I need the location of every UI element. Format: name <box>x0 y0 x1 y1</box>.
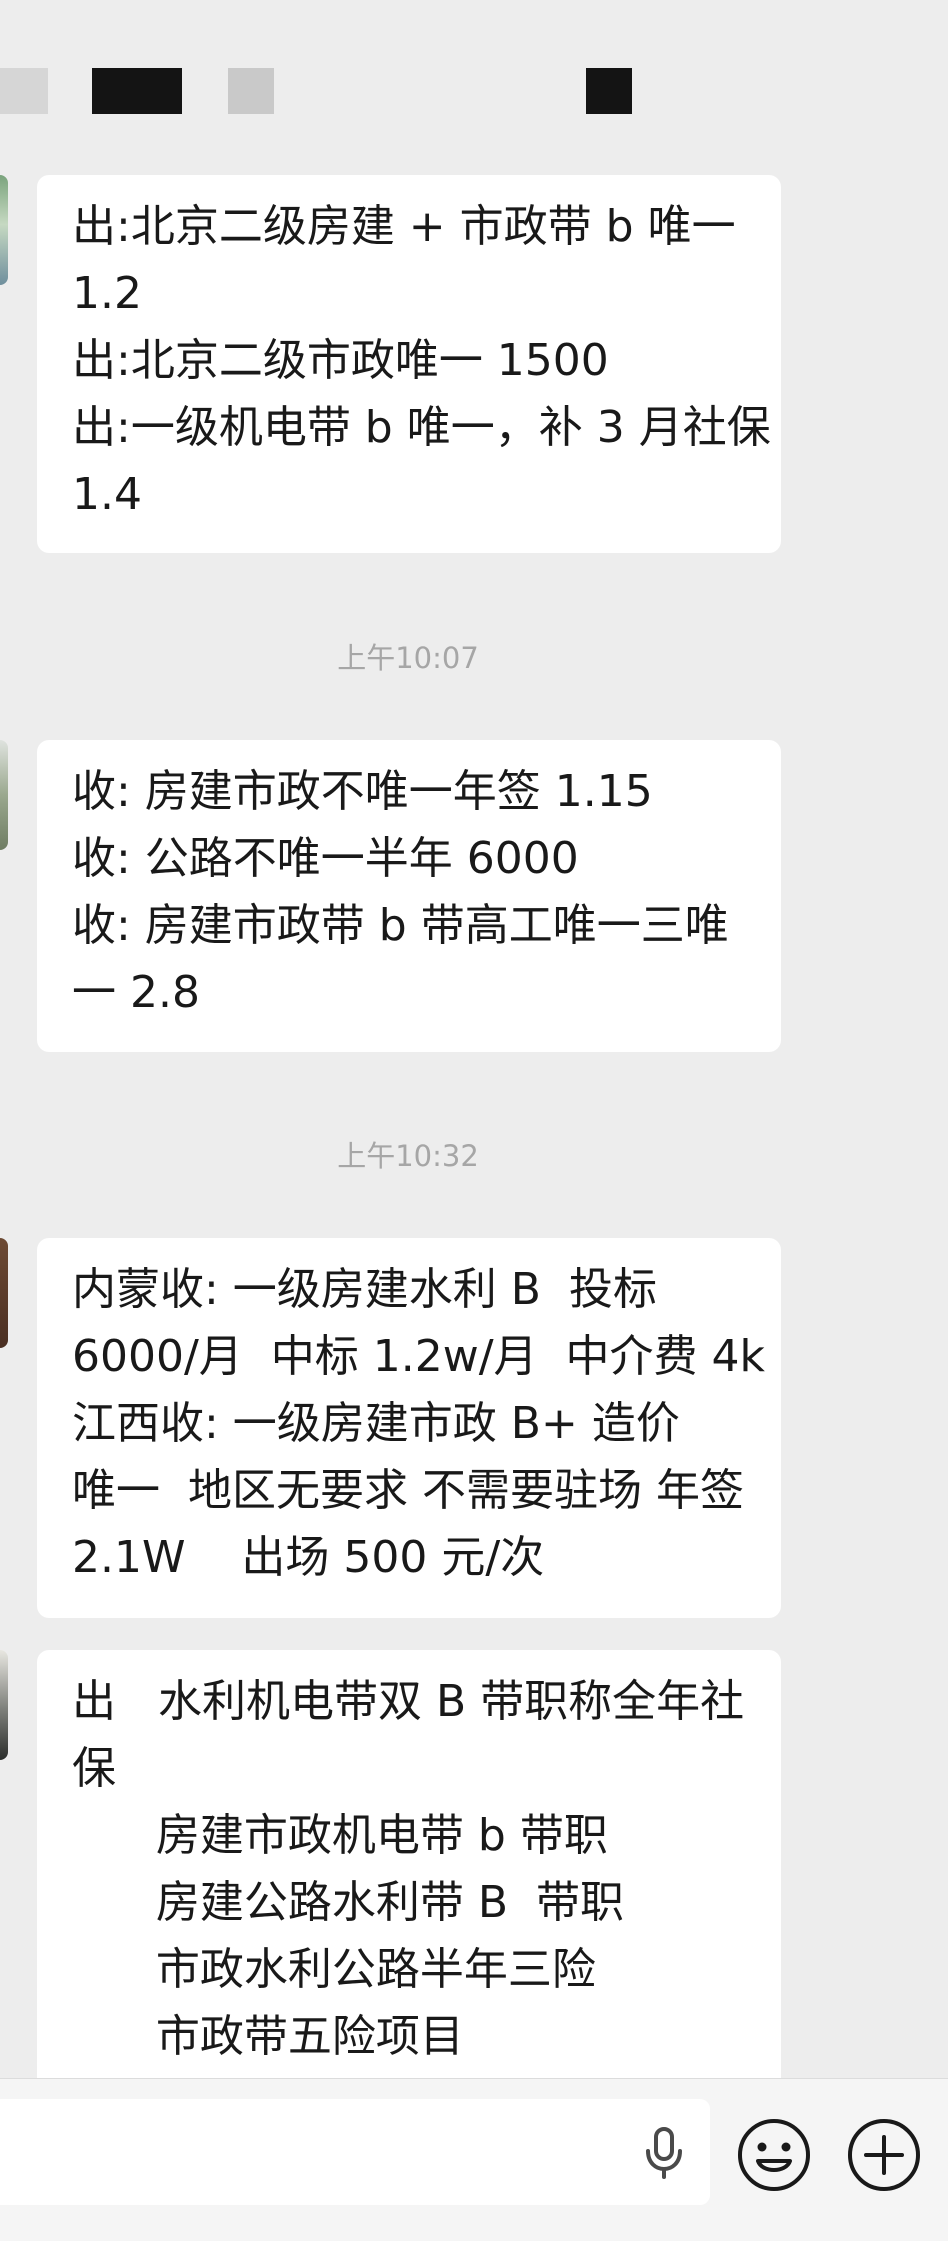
message-line: 出:一级机电带 b 唯一，补 3 月社保 <box>72 402 771 453</box>
redacted-block <box>92 68 182 114</box>
message-line: 收: 公路不唯一半年 6000 <box>72 833 579 884</box>
redacted-block <box>228 68 274 114</box>
message-line: 保 <box>72 1743 116 1794</box>
message-bubble[interactable]: 出 水利机电带双 B 带职称全年社 保 房建市政机电带 b 带职 房建公路水利带… <box>37 1650 781 2078</box>
message-line: 1.4 <box>72 469 142 520</box>
message-line: 出 水利机电带双 B 带职称全年社 <box>72 1676 745 1727</box>
message-line: 2.1W 出场 500 元/次 <box>72 1532 545 1583</box>
message-line: 1.2 <box>72 268 142 319</box>
message-line: 市政带五险项目 <box>72 2011 464 2062</box>
sender-avatar[interactable] <box>0 1238 8 1348</box>
message-list[interactable]: 出:北京二级房建 + 市政带 b 唯一 1.2 出:北京二级市政唯一 1500 … <box>0 140 948 2078</box>
sender-avatar[interactable] <box>0 1650 8 1760</box>
timestamp: 上午10:07 <box>337 641 479 675</box>
message-line: 房建市政机电带 b 带职 <box>72 1810 608 1861</box>
message-bubble[interactable]: 出:北京二级房建 + 市政带 b 唯一 1.2 出:北京二级市政唯一 1500 … <box>37 175 781 553</box>
message-line: 出:北京二级房建 + 市政带 b 唯一 <box>72 201 736 252</box>
sender-avatar[interactable] <box>0 175 8 285</box>
message-line: 出:北京二级市政唯一 1500 <box>72 335 609 386</box>
message-line: 江西收: 一级房建市政 B+ 造价 <box>72 1398 680 1449</box>
message-input[interactable] <box>0 2099 710 2205</box>
redacted-block <box>586 68 632 114</box>
message-line: 房建公路水利带 B 带职 <box>72 1877 625 1928</box>
emoji-button[interactable] <box>736 2117 812 2193</box>
chat-header <box>0 0 948 140</box>
input-bar <box>0 2078 948 2241</box>
redacted-block <box>0 68 48 114</box>
microphone-icon[interactable] <box>636 2123 692 2179</box>
add-button[interactable] <box>846 2117 922 2193</box>
message-line: 唯一 地区无要求 不需要驻场 年签 <box>72 1465 744 1516</box>
message-bubble[interactable]: 收: 房建市政不唯一年签 1.15 收: 公路不唯一半年 6000 收: 房建市… <box>37 740 781 1052</box>
message-line: 收: 房建市政带 b 带高工唯一三唯 <box>72 900 729 951</box>
sender-avatar[interactable] <box>0 740 8 850</box>
plus-circle-icon <box>848 2119 920 2191</box>
smiley-face-icon <box>738 2119 810 2191</box>
message-bubble[interactable]: 内蒙收: 一级房建水利 B 投标 6000/月 中标 1.2w/月 中介费 4k… <box>37 1238 781 1618</box>
message-line: 一 2.8 <box>72 967 200 1018</box>
message-line: 市政水利公路半年三险 <box>72 1944 596 1995</box>
message-line: 6000/月 中标 1.2w/月 中介费 4k <box>72 1331 765 1382</box>
message-line: 收: 房建市政不唯一年签 1.15 <box>72 766 653 817</box>
timestamp: 上午10:32 <box>337 1139 479 1173</box>
message-line: 内蒙收: 一级房建水利 B 投标 <box>72 1264 657 1315</box>
